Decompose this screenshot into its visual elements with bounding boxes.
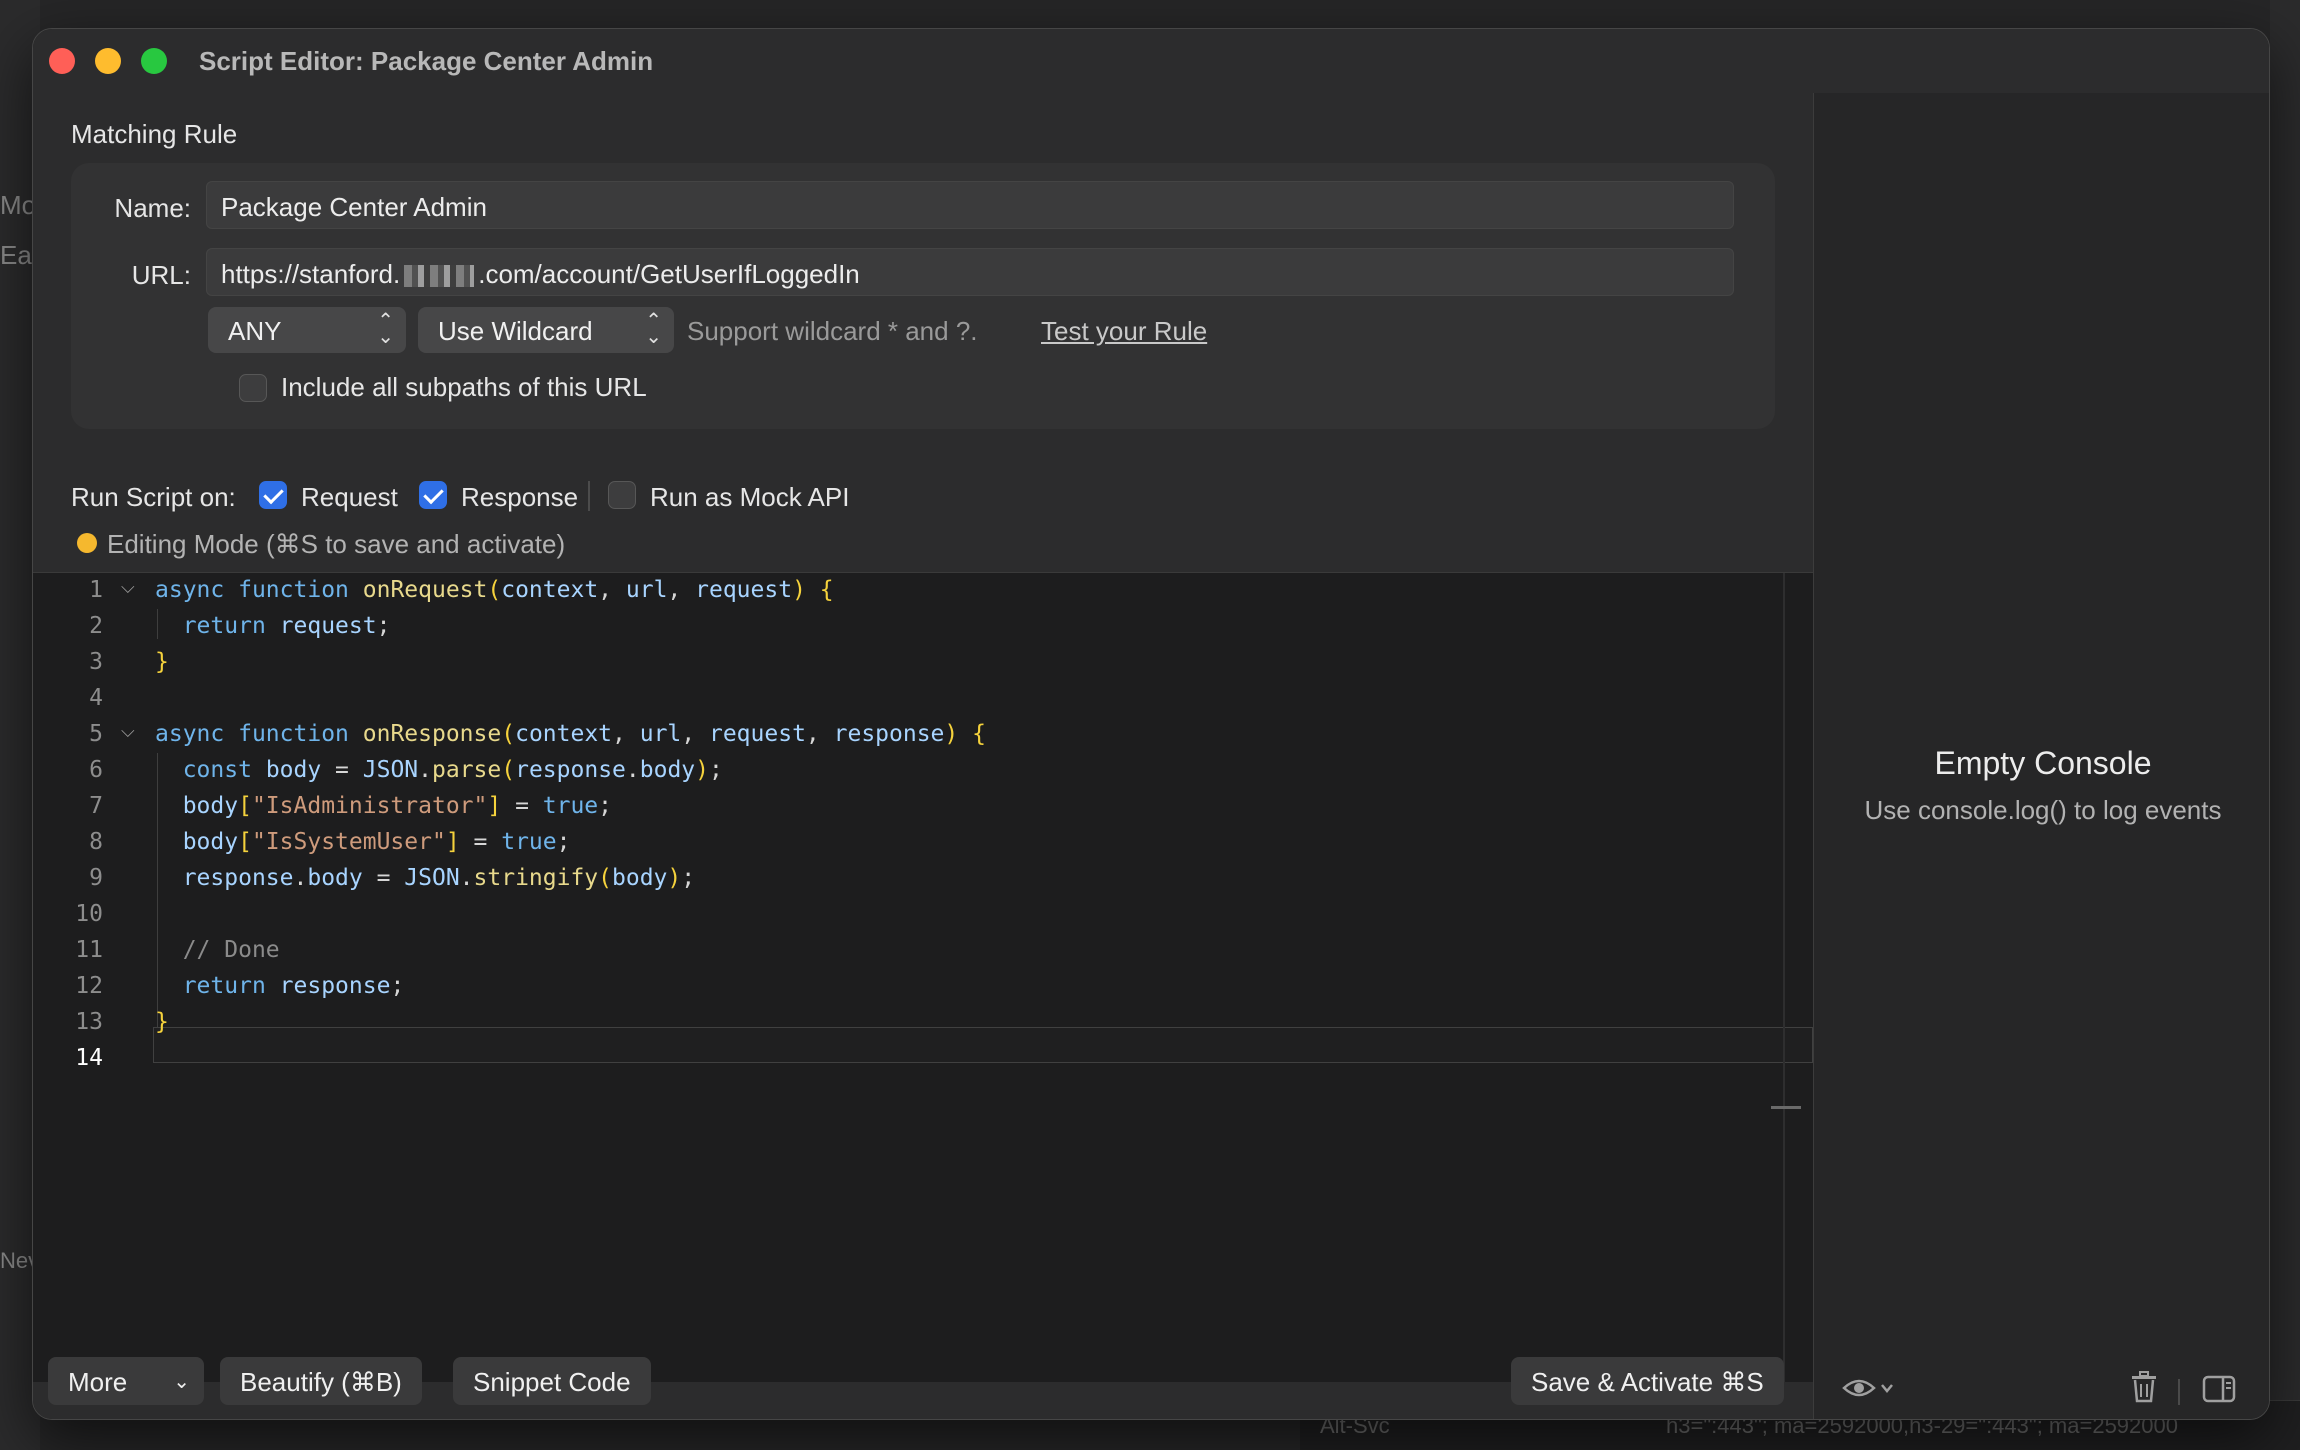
chevron-down-icon: ⌄ — [173, 1371, 190, 1393]
trash-icon[interactable] — [2130, 1371, 2158, 1410]
close-window-button[interactable] — [49, 48, 75, 74]
editor-scrollbar[interactable] — [1783, 573, 1785, 1382]
line-number: 11 — [75, 937, 103, 963]
title-bar[interactable]: Script Editor: Package Center Admin — [33, 29, 2269, 93]
name-field[interactable]: Package Center Admin — [206, 181, 1734, 229]
console-empty-title: Empty Console — [1934, 745, 2152, 781]
scroll-position-marker — [1771, 1106, 1801, 1109]
code-editor[interactable]: 1 2 3 4 5 6 7 8 9 10 11 12 13 14 ⌵ ⌵ asy… — [33, 572, 1813, 1382]
separator — [588, 481, 590, 511]
code-line-7: body["IsAdministrator"] = true; — [182, 793, 613, 819]
updown-chevron-icon: ⌃ ⌄ — [377, 310, 394, 348]
line-number: 12 — [75, 973, 103, 999]
script-editor-window: Script Editor: Package Center Admin Matc… — [32, 28, 2270, 1420]
name-label: Name: — [114, 193, 191, 223]
minimize-window-button[interactable] — [95, 48, 121, 74]
console-pane: Empty Console Use console.log() to log e… — [1813, 93, 2269, 1419]
code-line-2: return request; — [182, 613, 391, 639]
more-button-label: More — [68, 1367, 128, 1397]
request-checkbox[interactable] — [259, 481, 287, 509]
run-script-label: Run Script on: — [71, 482, 236, 512]
sidebar-toggle-icon[interactable] — [2202, 1375, 2236, 1410]
mock-api-checkbox[interactable] — [608, 481, 636, 509]
code-line-8: body["IsSystemUser"] = true; — [182, 829, 571, 855]
test-rule-link[interactable]: Test your Rule — [1041, 316, 1207, 347]
line-number: 5 — [89, 721, 103, 747]
code-line-5: async function onResponse(context, url, … — [155, 721, 986, 747]
line-number-current: 14 — [75, 1045, 103, 1071]
line-number: 9 — [89, 865, 103, 891]
current-line-highlight — [153, 1027, 1813, 1063]
editor-pane: Matching Rule Name: Package Center Admin… — [33, 93, 1813, 1419]
response-checkbox[interactable] — [419, 481, 447, 509]
separator — [2178, 1379, 2180, 1405]
mock-api-label: Run as Mock API — [650, 482, 850, 512]
line-number-gutter: 1 2 3 4 5 6 7 8 9 10 11 12 13 14 ⌵ ⌵ — [33, 573, 153, 1382]
line-number: 7 — [89, 793, 103, 819]
url-prefix: https://stanford. — [221, 259, 401, 289]
response-label: Response — [461, 482, 579, 512]
fold-chevron-icon[interactable]: ⌵ — [121, 577, 135, 598]
background-text: Mo — [0, 190, 37, 220]
method-select-value: ANY — [228, 316, 282, 346]
match-type-value: Use Wildcard — [438, 316, 593, 346]
updown-chevron-icon: ⌃ ⌄ — [645, 310, 662, 348]
window-title: Script Editor: Package Center Admin — [199, 46, 654, 76]
code-line-11: // Done — [182, 937, 280, 963]
line-number: 13 — [75, 1009, 103, 1035]
console-empty-subtitle: Use console.log() to log events — [1864, 795, 2222, 825]
editing-status-text: Editing Mode (⌘S to save and activate) — [107, 529, 566, 559]
matching-rule-box: Name: Package Center Admin URL: https://… — [71, 163, 1775, 429]
snippet-code-button[interactable]: Snippet Code — [453, 1357, 651, 1405]
url-field[interactable]: https://stanford. .com/account/GetUserIfL… — [206, 248, 1734, 296]
line-number: 1 — [89, 577, 103, 603]
code-line-6: const body = JSON.parse(response.body); — [182, 757, 723, 783]
request-label: Request — [301, 482, 398, 512]
url-suffix: .com/account/GetUserIfLoggedIn — [478, 259, 860, 289]
editing-status-dot — [77, 533, 97, 553]
fold-chevron-icon[interactable]: ⌵ — [121, 721, 135, 742]
line-number: 2 — [89, 613, 103, 639]
background-right-strip — [2270, 0, 2300, 1450]
method-select[interactable]: ANY ⌃ ⌄ — [208, 307, 406, 353]
save-activate-button[interactable]: Save & Activate ⌘S — [1511, 1357, 1784, 1405]
bottom-toolbar: More ⌄ Beautify (⌘B) Snippet Code Save &… — [33, 1357, 1813, 1419]
beautify-button[interactable]: Beautify (⌘B) — [220, 1357, 422, 1405]
code-line-13: } — [155, 1009, 169, 1035]
match-type-select[interactable]: Use Wildcard ⌃ ⌄ — [418, 307, 674, 353]
line-number: 8 — [89, 829, 103, 855]
matching-rule-heading: Matching Rule — [71, 119, 238, 149]
eye-icon[interactable] — [1842, 1373, 1896, 1410]
code-line-3: } — [155, 649, 169, 675]
code-line-12: return response; — [182, 973, 405, 999]
code-line-1: async function onRequest(context, url, r… — [155, 577, 834, 603]
line-number: 6 — [89, 757, 103, 783]
url-label: URL: — [131, 260, 191, 290]
zoom-window-button[interactable] — [141, 48, 167, 74]
line-number: 3 — [89, 649, 103, 675]
more-menu-button[interactable]: More ⌄ — [48, 1357, 204, 1405]
line-number: 10 — [75, 901, 103, 927]
code-line-9: response.body = JSON.stringify(body); — [182, 865, 696, 891]
redacted-pixelation — [404, 265, 475, 288]
include-subpaths-label: Include all subpaths of this URL — [281, 372, 647, 402]
wildcard-hint: Support wildcard * and ?. — [687, 316, 978, 346]
include-subpaths-checkbox[interactable] — [239, 374, 267, 402]
line-number: 4 — [89, 685, 103, 711]
